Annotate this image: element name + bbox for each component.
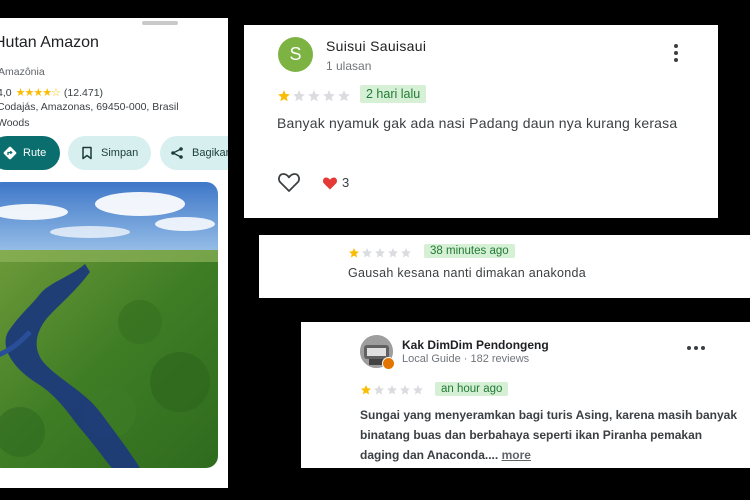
share-button[interactable]: Bagikan — [160, 136, 228, 170]
amazon-river-photo — [0, 182, 218, 468]
review-stars — [360, 384, 424, 396]
star-filled-icon — [361, 385, 371, 395]
bookmark-icon — [82, 146, 92, 160]
rating-count: (12.471) — [63, 86, 104, 99]
review-time-badge: 2 hari lalu — [360, 85, 427, 103]
review-card: S Suisui Sauisaui 1 ulasan 2 hari lalu B… — [244, 25, 718, 218]
rating-stars-icon: ★★★★☆ — [15, 87, 61, 99]
reviewer-meta: Local Guide · 182 reviews — [402, 353, 530, 365]
place-title: Hutan Amazon — [0, 34, 99, 51]
place-panel: Hutan Amazon Amazônia 4,0 ★★★★☆ (12.471)… — [0, 18, 228, 488]
local-guide-badge-icon — [382, 357, 395, 370]
place-rating[interactable]: 4,0 ★★★★☆ (12.471) — [0, 86, 104, 100]
star-filled-icon — [278, 90, 290, 102]
star-empty-icon — [308, 90, 320, 102]
rating-value: 4,0 — [0, 86, 12, 99]
save-button[interactable]: Simpan — [68, 136, 151, 170]
share-icon — [171, 147, 183, 159]
star-empty-icon — [293, 90, 305, 102]
avatar[interactable]: S — [278, 37, 313, 72]
route-button[interactable]: Rute — [0, 136, 60, 170]
reviewer-meta: 1 ulasan — [326, 59, 372, 73]
review-text: Gausah kesana nanti dimakan anakonda — [348, 266, 587, 280]
review-stars — [277, 89, 351, 103]
share-label: Bagikan — [192, 147, 228, 159]
review-text: Sungai yang menyeramkan bagi turis Asing… — [360, 405, 740, 465]
review-card: 38 minutes ago Gausah kesana nanti dimak… — [259, 235, 750, 298]
review-card: Kak DimDim Pendongeng Local Guide · 182 … — [301, 322, 750, 468]
place-photo[interactable] — [0, 182, 218, 468]
reviewer-name[interactable]: Kak DimDim Pendongeng — [402, 338, 549, 352]
star-empty-icon — [401, 248, 411, 258]
place-category: Woods — [0, 117, 30, 129]
route-label: Rute — [23, 147, 47, 159]
more-options-icon[interactable] — [669, 43, 683, 63]
star-empty-icon — [374, 385, 384, 395]
review-time-badge: an hour ago — [435, 382, 509, 396]
review-text-body: Sungai yang menyeramkan bagi turis Asing… — [360, 408, 738, 462]
place-subtitle: Amazônia — [0, 66, 45, 78]
place-address: Codajás, Amazonas, 69450-000, Brasil — [0, 101, 179, 113]
like-count: 3 — [342, 175, 350, 190]
reaction-heart-icon — [322, 177, 338, 190]
reviewer-name[interactable]: Suisui Sauisaui — [326, 38, 426, 54]
review-text: Banyak nyamuk gak ada nasi Padang daun n… — [277, 115, 678, 131]
star-empty-icon — [362, 248, 372, 258]
star-empty-icon — [388, 248, 398, 258]
like-heart-icon[interactable] — [277, 171, 301, 193]
more-options-icon[interactable] — [686, 344, 706, 352]
star-empty-icon — [375, 248, 385, 258]
star-empty-icon — [387, 385, 397, 395]
more-link[interactable]: more — [502, 448, 531, 462]
review-time-badge: 38 minutes ago — [424, 244, 515, 258]
star-empty-icon — [400, 385, 410, 395]
directions-icon — [3, 146, 17, 160]
star-empty-icon — [413, 385, 423, 395]
drag-handle[interactable] — [142, 21, 178, 25]
star-empty-icon — [338, 90, 350, 102]
star-empty-icon — [323, 90, 335, 102]
save-label: Simpan — [101, 147, 139, 159]
review-stars — [348, 247, 412, 259]
star-filled-icon — [349, 248, 359, 258]
